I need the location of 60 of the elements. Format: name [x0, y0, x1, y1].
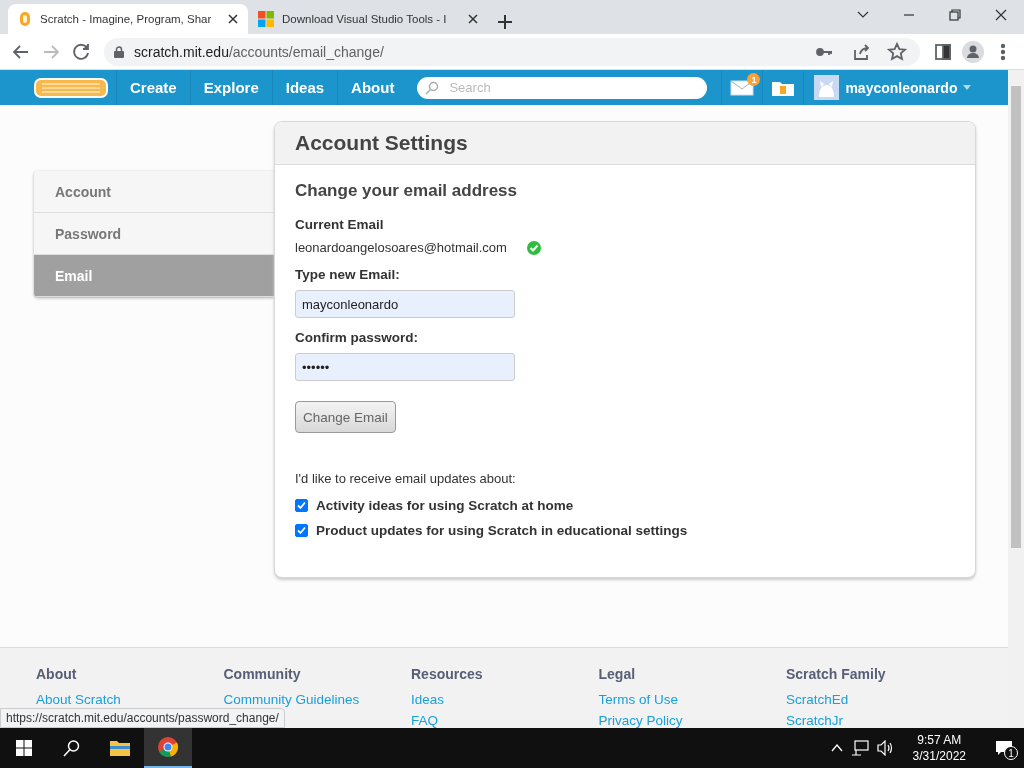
- new-tab-icon[interactable]: [498, 15, 512, 29]
- nav-link[interactable]: About: [337, 70, 408, 105]
- footer-heading: Scratch Family: [786, 666, 887, 682]
- checkbox-label[interactable]: Activity ideas for using Scratch at home: [316, 498, 574, 513]
- windows-start-icon[interactable]: [16, 740, 32, 756]
- footer-link[interactable]: Community Guidelines: [223, 692, 411, 707]
- footer-heading: About: [36, 666, 78, 682]
- lock-icon: [114, 45, 124, 58]
- footer-link[interactable]: FAQ: [411, 713, 599, 728]
- password-input[interactable]: ••••••: [295, 353, 515, 381]
- sidebar-item[interactable]: Email: [34, 255, 274, 297]
- status-url-tooltip: https://scratch.mit.edu/accounts/password_change/: [0, 708, 285, 728]
- footer-heading: Legal: [598, 666, 637, 682]
- user-menu[interactable]: mayconleonardo: [803, 70, 982, 105]
- browser-tab[interactable]: Download Visual Studio Tools - I: [248, 4, 488, 34]
- scrollbar[interactable]: [1008, 70, 1024, 728]
- sidebar-item[interactable]: Password: [34, 213, 274, 255]
- field-label: Type new Email:: [295, 267, 400, 282]
- envelope-icon[interactable]: [730, 79, 755, 96]
- close-icon[interactable]: [468, 14, 478, 24]
- nav-link[interactable]: Create: [116, 70, 190, 105]
- updates-prompt: I'd like to receive email updates about:: [295, 471, 516, 486]
- field-label: Current Email: [295, 217, 384, 232]
- search-icon[interactable]: [63, 739, 81, 757]
- sidebar-item[interactable]: Account: [34, 171, 274, 213]
- footer-link[interactable]: ScratchEd: [786, 692, 974, 707]
- caret-icon: [963, 85, 972, 90]
- nav-link[interactable]: Ideas: [271, 70, 338, 105]
- footer-heading: Resources: [411, 666, 484, 682]
- speaker-icon[interactable]: [876, 740, 895, 756]
- nav-link[interactable]: Explore: [189, 70, 272, 105]
- checkbox-label[interactable]: Product updates for using Scratch in educational settings: [316, 523, 688, 538]
- chevron-up-icon[interactable]: [830, 744, 843, 752]
- folder-icon[interactable]: [109, 739, 131, 757]
- search-field[interactable]: Search: [417, 76, 708, 99]
- field-label: Confirm password:: [295, 330, 418, 345]
- clock[interactable]: 9:57 AM 3/31/2022: [912, 732, 966, 764]
- chrome-icon[interactable]: [157, 736, 179, 758]
- email-input[interactable]: mayconleonardo: [295, 290, 515, 318]
- footer-heading: Community: [223, 666, 302, 682]
- footer-link[interactable]: ScratchJr: [786, 713, 974, 728]
- change-email-button[interactable]: Change Email: [295, 401, 396, 433]
- notification-count: 1: [1004, 746, 1018, 760]
- footer-link[interactable]: Ideas: [411, 692, 599, 707]
- current-email-text: leonardoangelosoares@hotmail.com: [295, 240, 507, 255]
- footer-link[interactable]: Terms of Use: [598, 692, 786, 707]
- footer-link[interactable]: Privacy Policy: [598, 713, 786, 728]
- profile-icon[interactable]: [960, 38, 986, 65]
- checkbox[interactable]: [295, 499, 308, 512]
- address-bar[interactable]: scratch.mit.edu/accounts/email_change/: [104, 37, 920, 66]
- section-heading: Change your email address: [295, 181, 518, 201]
- windows-logo-icon: [258, 11, 274, 27]
- card-title: Account Settings: [275, 122, 975, 165]
- browser-tab[interactable]: Scratch - Imagine, Program, Shar: [8, 4, 248, 34]
- network-icon[interactable]: [850, 740, 869, 756]
- footer-link[interactable]: About Scratch: [36, 692, 224, 707]
- close-icon[interactable]: [228, 14, 238, 24]
- checkbox[interactable]: [295, 524, 308, 537]
- url-text: scratch.mit.edu/accounts/email_change/: [134, 43, 384, 60]
- message-count-badge: 1: [747, 73, 761, 86]
